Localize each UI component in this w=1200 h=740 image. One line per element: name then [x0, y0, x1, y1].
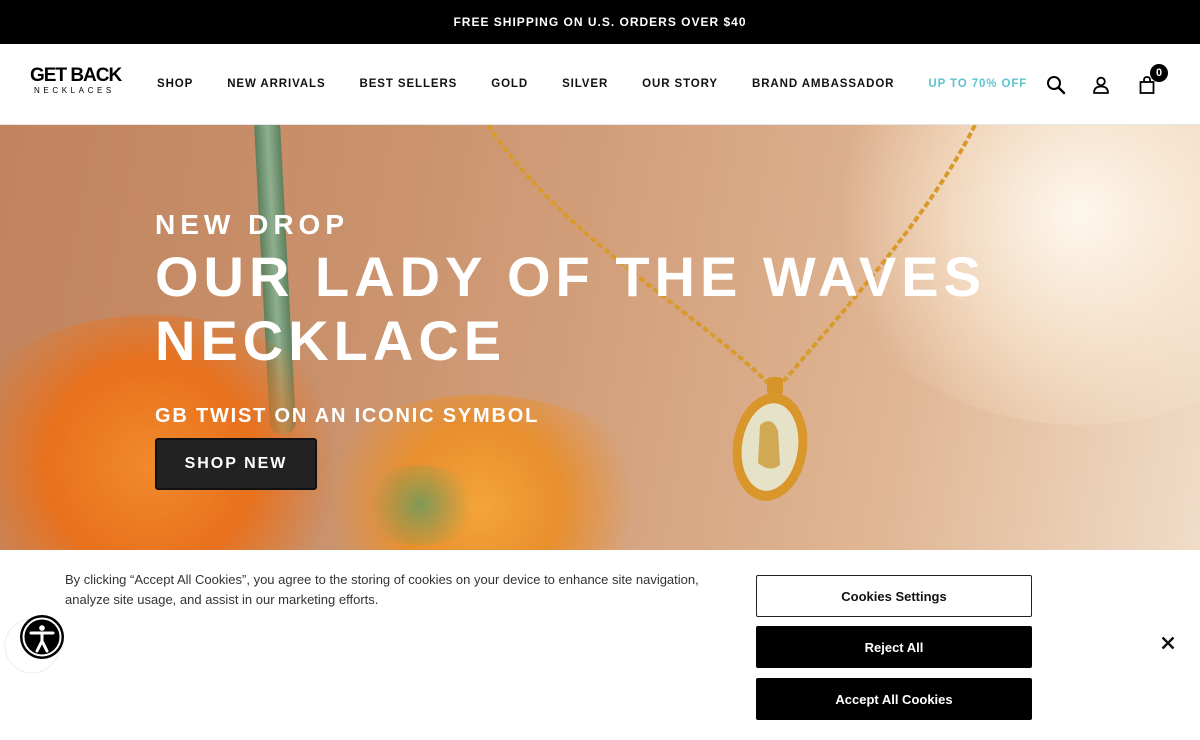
close-icon[interactable]: [1157, 632, 1179, 654]
search-icon[interactable]: [1045, 74, 1067, 96]
hero-text: NEW DROP OUR LADY OF THE WAVES NECKLACE …: [155, 207, 986, 490]
reject-all-button[interactable]: Reject All: [756, 626, 1032, 668]
cart-button[interactable]: 0: [1136, 64, 1168, 96]
shop-new-button[interactable]: SHOP NEW: [155, 438, 317, 490]
nav-shop[interactable]: SHOP: [157, 78, 193, 90]
accessibility-button[interactable]: [4, 615, 64, 675]
announcement-bar: FREE SHIPPING ON U.S. ORDERS OVER $40: [0, 0, 1200, 44]
hero-banner: NEW DROP OUR LADY OF THE WAVES NECKLACE …: [0, 125, 1200, 550]
hero-title-line-2: NECKLACE: [155, 309, 507, 372]
nav-brand-ambassador[interactable]: BRAND AMBASSADOR: [752, 78, 894, 90]
hero-title: OUR LADY OF THE WAVES NECKLACE: [155, 245, 986, 373]
nav-best-sellers[interactable]: BEST SELLERS: [360, 78, 458, 90]
cookie-message: By clicking “Accept All Cookies”, you ag…: [65, 572, 699, 607]
nav-silver[interactable]: SILVER: [562, 78, 608, 90]
cookies-settings-button[interactable]: Cookies Settings: [756, 575, 1032, 617]
main-nav: SHOP NEW ARRIVALS BEST SELLERS GOLD SILV…: [157, 44, 1061, 124]
nav-gold[interactable]: GOLD: [491, 78, 528, 90]
announcement-text: FREE SHIPPING ON U.S. ORDERS OVER $40: [453, 15, 747, 29]
accessibility-icon: [4, 615, 64, 674]
hero-kicker: NEW DROP: [155, 209, 349, 240]
hero-subtitle: GB TWIST ON AN ICONIC SYMBOL: [155, 405, 540, 427]
logo-wordmark: GET BACK: [30, 65, 122, 86]
logo[interactable]: GET BACK NECKLACES: [30, 66, 125, 98]
nav-new-arrivals[interactable]: NEW ARRIVALS: [227, 78, 325, 90]
site-header: GET BACK NECKLACES SHOP NEW ARRIVALS BES…: [0, 44, 1200, 125]
cookie-banner: By clicking “Accept All Cookies”, you ag…: [0, 550, 1200, 740]
nav-sale[interactable]: UP TO 70% OFF: [928, 78, 1027, 90]
account-icon[interactable]: [1090, 74, 1112, 96]
logo-tagline: NECKLACES: [34, 86, 115, 95]
accept-all-cookies-button[interactable]: Accept All Cookies: [756, 678, 1032, 720]
nav-our-story[interactable]: OUR STORY: [642, 78, 718, 90]
cart-count-badge: 0: [1150, 64, 1168, 82]
hero-title-line-1: OUR LADY OF THE WAVES: [155, 245, 986, 308]
